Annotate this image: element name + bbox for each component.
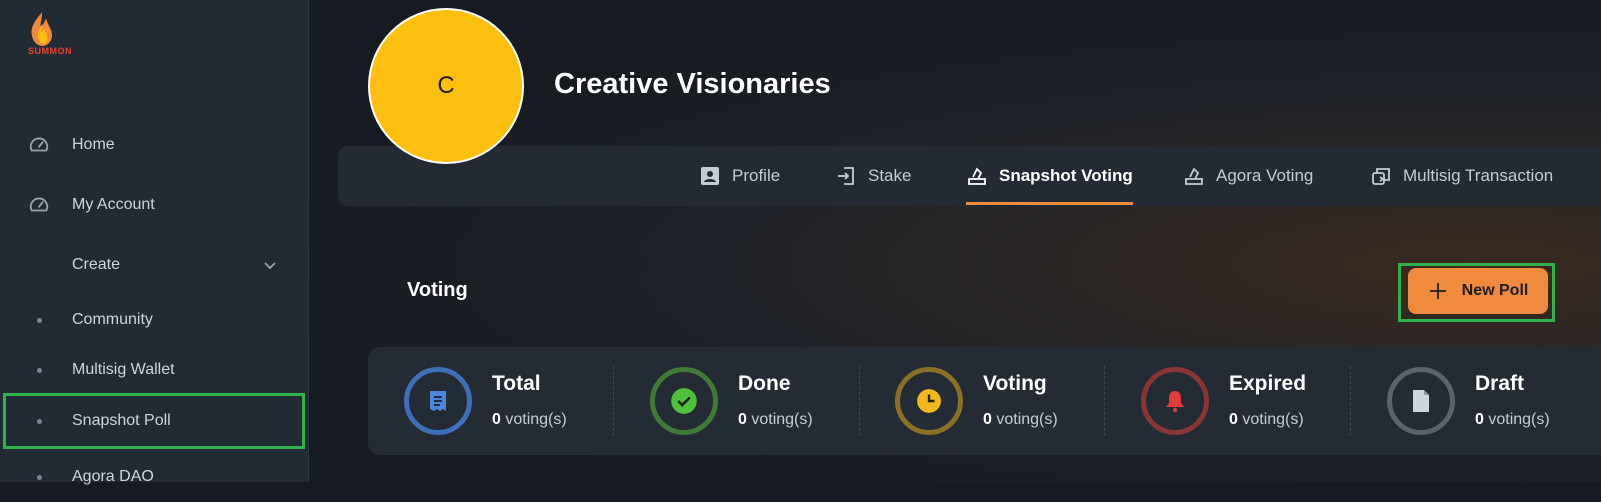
divider [859,366,860,436]
stat-icon-ring [1141,367,1209,435]
stat-icon-ring [895,367,963,435]
ballot-icon [1185,167,1203,185]
sidebar-item-label: Home [72,136,115,153]
active-tab-indicator [966,202,1133,205]
sidebar-item-label: Create [72,256,121,273]
stat-icon-ring [1387,367,1455,435]
divider [1350,366,1351,436]
sidebar-item-label: Agora DAO [72,468,154,485]
stat-count: 0 voting(s) [983,411,1058,428]
summon-logo[interactable]: SUMMON [14,10,72,58]
stat-count: 0 voting(s) [1229,411,1304,428]
avatar-letter: C [437,72,455,99]
tab-label: Agora Voting [1216,166,1314,185]
bullet-icon [37,475,42,480]
login-icon [838,167,854,185]
community-avatar: C [368,8,524,164]
sidebar-item-my-account[interactable]: My Account [0,180,308,230]
stat-label: Voting [983,372,1047,395]
divider [613,366,614,436]
bullet-icon [37,318,42,323]
stat-count: 0 voting(s) [492,411,567,428]
profile-card-icon [701,167,719,185]
sidebar-item-home[interactable]: Home [0,120,308,170]
clock-icon [917,389,941,413]
document-icon [1413,390,1429,412]
receipt-icon [430,391,446,411]
section-title: Voting [407,279,468,301]
tab-label: Snapshot Voting [999,166,1133,185]
sidebar-item-multisig-wallet[interactable]: Multisig Wallet [0,345,308,395]
stat-count: 0 voting(s) [1475,411,1550,428]
stat-icon-ring [404,367,472,435]
dashboard-icon [29,197,49,212]
tab-profile[interactable]: Profile [700,150,780,202]
check-circle-icon [671,388,697,414]
highlight-snapshot-poll [3,393,305,449]
chevron-down-icon [264,262,276,270]
page-title: Creative Visionaries [554,68,831,100]
bullet-icon [37,368,42,373]
tab-snapshot-voting[interactable]: Snapshot Voting [967,150,1133,202]
sidebar-item-create[interactable]: Create [0,240,308,290]
tab-agora-voting[interactable]: Agora Voting [1184,150,1313,202]
tab-multisig-transaction[interactable]: Multisig Transaction [1371,150,1553,202]
stat-label: Draft [1475,372,1525,395]
tab-stake[interactable]: Stake [836,150,911,202]
flame-icon [31,12,52,46]
stat-label: Total [492,372,541,395]
dashboard-icon [29,137,49,152]
stat-label: Expired [1229,372,1307,395]
logo-text: SUMMON [28,46,72,56]
sidebar-item-label: Community [72,311,153,328]
bell-icon [1166,391,1184,413]
stat-icon-ring [650,367,718,435]
transfer-icon [1372,168,1390,185]
highlight-new-poll [1398,263,1555,322]
tab-label: Profile [732,166,781,185]
sidebar-item-agora-dao[interactable]: Agora DAO [0,452,308,502]
ballot-icon [968,167,986,185]
sidebar-item-community[interactable]: Community [0,295,308,345]
sidebar-item-label: Multisig Wallet [72,361,175,378]
tab-label: Stake [868,166,912,185]
divider [1104,366,1105,436]
tab-label: Multisig Transaction [1403,166,1554,185]
sidebar-item-label: My Account [72,196,155,213]
stat-label: Done [738,372,791,395]
stat-count: 0 voting(s) [738,411,813,428]
